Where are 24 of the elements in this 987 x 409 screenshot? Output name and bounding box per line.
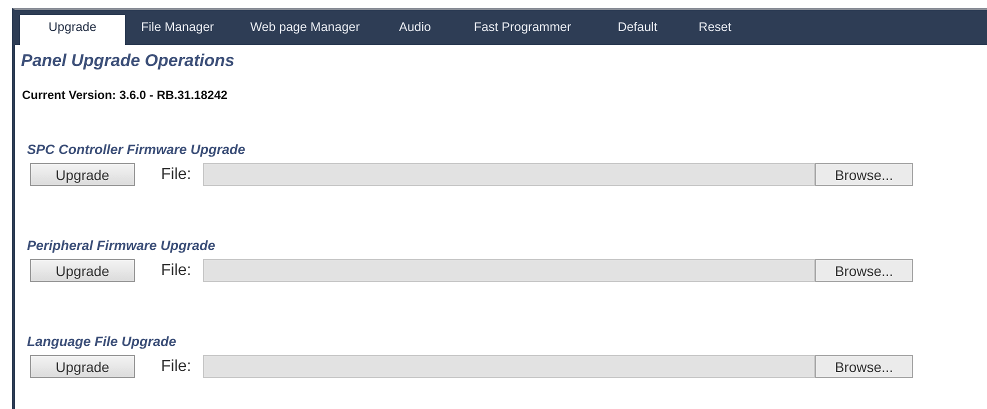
file-label: File: [161,166,192,184]
tab[interactable]: Web page Manager [230,15,380,45]
section-heading: Language File Upgrade [27,334,178,349]
section-heading: Peripheral Firmware Upgrade [27,238,216,253]
browse-button[interactable]: Browse... [815,259,913,282]
browse-button[interactable]: Browse... [815,163,913,186]
upgrade-button[interactable]: Upgrade [30,259,135,282]
file-input-field[interactable] [203,259,815,282]
page-title: Panel Upgrade Operations [21,51,236,71]
tab[interactable]: File Manager [125,15,230,45]
tab[interactable]: Upgrade [20,15,125,45]
current-version-text: Current Version: 3.6.0 - RB.31.18242 [22,88,228,102]
tab[interactable]: Default [595,15,680,45]
upgrade-button[interactable]: Upgrade [30,163,135,186]
tab[interactable]: Reset [680,15,750,45]
upgrade-button[interactable]: Upgrade [30,355,135,378]
file-label: File: [161,358,192,376]
tab[interactable]: Fast Programmer [450,15,595,45]
section-heading: SPC Controller Firmware Upgrade [27,142,246,157]
file-input-field[interactable] [203,355,815,378]
file-label: File: [161,262,192,280]
file-input-field[interactable] [203,163,815,186]
browse-button[interactable]: Browse... [815,355,913,378]
tab[interactable]: Audio [380,15,450,45]
